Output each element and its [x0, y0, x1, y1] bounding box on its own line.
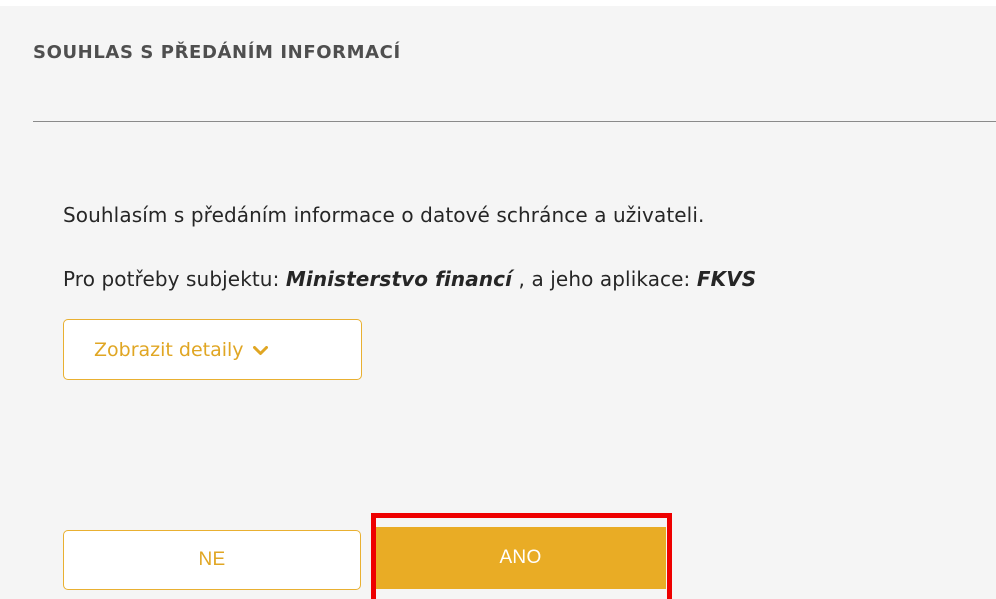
title-divider: [33, 121, 996, 122]
chevron-down-icon: [252, 345, 268, 355]
show-details-button[interactable]: Zobrazit detaily: [63, 319, 362, 380]
show-details-label: Zobrazit detaily: [94, 338, 244, 361]
dialog-title: SOUHLAS S PŘEDÁNÍM INFORMACÍ: [33, 42, 401, 63]
accept-button[interactable]: ANO: [375, 527, 666, 589]
consent-dialog: [0, 6, 996, 599]
application-name: FKVS: [696, 267, 757, 291]
purpose-text: Pro potřeby subjektu: Ministerstvo finan…: [63, 267, 756, 291]
purpose-middle: , a jeho aplikace:: [512, 267, 697, 291]
accept-label: ANO: [499, 547, 542, 568]
consent-page: SOUHLAS S PŘEDÁNÍM INFORMACÍ Souhlasím s…: [0, 0, 996, 599]
decline-button[interactable]: NE: [63, 530, 361, 590]
decline-label: NE: [198, 549, 226, 570]
purpose-prefix: Pro potřeby subjektu:: [63, 267, 286, 291]
subject-name: Ministerstvo financí: [285, 267, 513, 291]
consent-text: Souhlasím s předáním informace o datové …: [63, 203, 705, 227]
